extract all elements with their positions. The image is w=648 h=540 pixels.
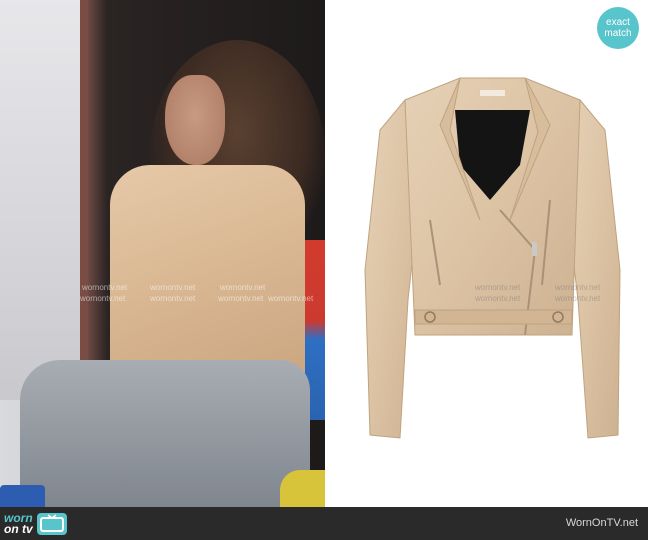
badge-line-2: match (604, 28, 632, 39)
woman-face (165, 75, 225, 165)
product-photo: wornontv.net wornontv.net wornontv.net w… (325, 0, 648, 507)
scene-photo: wornontv.net wornontv.net wornontv.net w… (0, 0, 325, 507)
yellow-seat (280, 470, 325, 507)
woman-jeans (20, 360, 310, 507)
site-url[interactable]: WornOnTV.net (566, 517, 638, 529)
logo-text: worn on tv (4, 512, 33, 536)
badge-line-1: exact (606, 17, 630, 28)
logo-line-2: on tv (4, 522, 33, 536)
blue-glass (0, 485, 45, 507)
site-logo[interactable]: worn on tv (4, 511, 67, 537)
tv-icon (36, 513, 67, 535)
suede-jacket-image (364, 77, 621, 439)
footer-bar: worn on tv WornOnTV.net (0, 507, 648, 540)
exact-match-badge[interactable]: exact match (597, 7, 639, 49)
background-doorway (0, 0, 88, 400)
